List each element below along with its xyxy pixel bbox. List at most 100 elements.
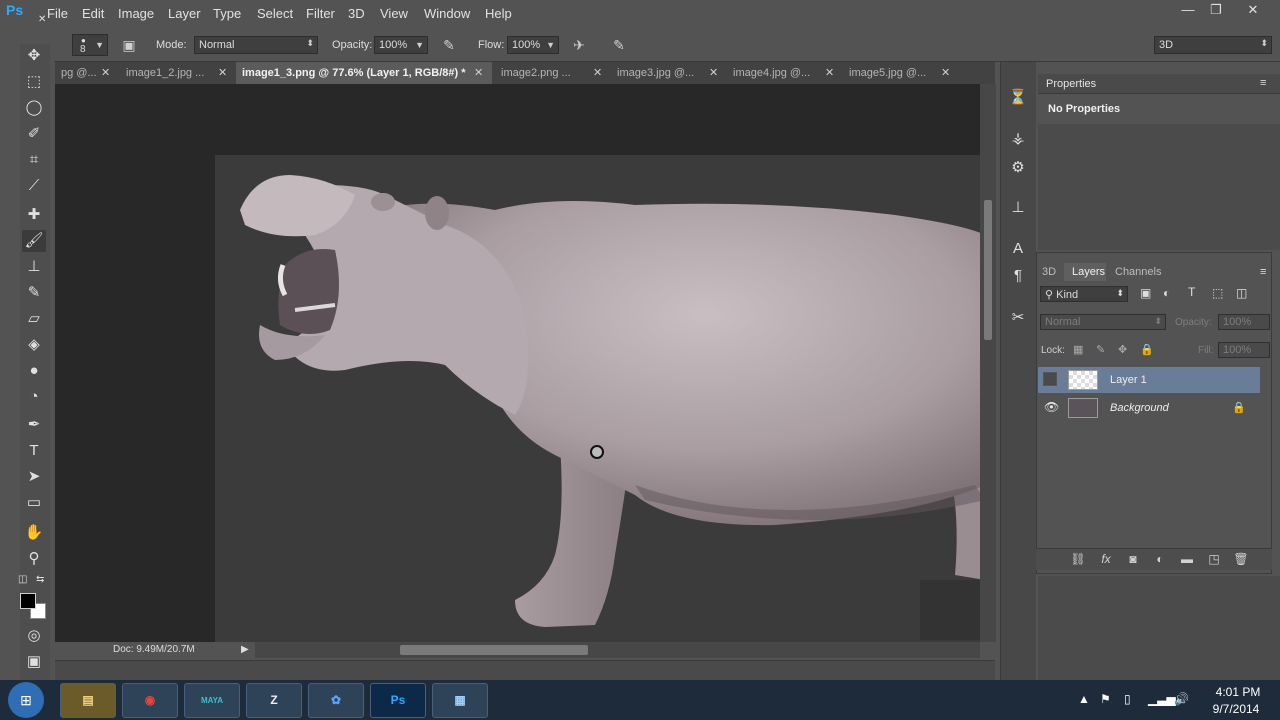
document-canvas[interactable] xyxy=(215,155,980,642)
network-icon[interactable]: ▁▃▅ xyxy=(1148,692,1176,706)
close-icon[interactable]: ✕ xyxy=(218,66,227,79)
adjustment-filter-icon[interactable]: ◐ xyxy=(1163,286,1170,300)
adjustment-layer-icon[interactable]: ◐ xyxy=(1152,551,1168,567)
trash-icon[interactable]: 🗑 xyxy=(1233,551,1249,567)
adjustments-icon[interactable]: ⚙ xyxy=(1006,156,1030,180)
pixel-filter-icon[interactable]: ▣ xyxy=(1140,286,1151,300)
fill-input[interactable]: 100% xyxy=(1218,342,1270,358)
shape-filter-icon[interactable]: ⬚ xyxy=(1212,286,1223,300)
layer-filter-select[interactable]: ⚲ Kind ⬍ xyxy=(1040,286,1128,302)
layer-name[interactable]: Layer 1 xyxy=(1110,374,1147,386)
menu-edit[interactable]: Edit xyxy=(82,6,104,21)
airbrush-icon[interactable]: ✈ xyxy=(570,36,588,54)
tab-image2[interactable]: image2.png ... ✕ xyxy=(495,62,609,84)
flow-input[interactable]: 100% ▼ xyxy=(507,36,559,54)
type-filter-icon[interactable]: T xyxy=(1188,285,1195,299)
volume-icon[interactable]: 🔊 xyxy=(1174,692,1189,706)
canvas-area[interactable] xyxy=(55,84,980,642)
layer-style-icon[interactable]: fx xyxy=(1098,551,1114,567)
lock-position-icon[interactable]: ✥ xyxy=(1118,343,1127,356)
layer-row-background[interactable]: 👁 Background 🔒 xyxy=(1038,395,1260,421)
lock-transparent-icon[interactable]: ▦ xyxy=(1073,343,1083,356)
action-center-icon[interactable]: ⚑ xyxy=(1100,692,1111,706)
horizontal-scrollbar[interactable] xyxy=(255,642,980,658)
character-icon[interactable]: A xyxy=(1006,237,1030,261)
taskbar-flower-app[interactable]: ✿ xyxy=(308,683,364,718)
pressure-opacity-icon[interactable]: ✎ xyxy=(440,36,458,54)
eye-icon[interactable]: 👁 xyxy=(1044,400,1059,414)
menu-select[interactable]: Select xyxy=(257,6,293,21)
lock-all-icon[interactable]: 🔒 xyxy=(1140,343,1154,356)
tab-layers[interactable]: Layers xyxy=(1072,266,1105,278)
minimize-button[interactable]: — xyxy=(1177,2,1199,20)
panel-menu-icon[interactable]: ≡ xyxy=(1260,77,1266,89)
brush-tool-icon[interactable]: 🖌 xyxy=(22,230,46,252)
brush-preset-picker[interactable]: ● 8 ▼ xyxy=(72,34,108,56)
workspace-select[interactable]: 3D ⬍ xyxy=(1154,36,1272,54)
tool-presets-icon[interactable]: ✂ xyxy=(1006,306,1030,330)
paint-bucket-tool-icon[interactable]: ◈ xyxy=(22,334,46,356)
power-icon[interactable]: ▯ xyxy=(1124,692,1131,706)
brush-panel-icon[interactable]: ▣ xyxy=(120,36,138,54)
smart-object-filter-icon[interactable]: ◫ xyxy=(1236,286,1247,300)
menu-view[interactable]: View xyxy=(380,6,408,21)
tab-image4[interactable]: image4.jpg @... ✕ xyxy=(727,62,841,84)
foreground-color-swatch[interactable] xyxy=(20,593,36,609)
blur-tool-icon[interactable]: ● xyxy=(22,360,46,382)
tab-image3[interactable]: image3.jpg @... ✕ xyxy=(611,62,725,84)
screen-mode-icon[interactable]: ▣ xyxy=(22,651,46,673)
default-colors-icon[interactable]: ◫ xyxy=(18,574,27,585)
lasso-tool-icon[interactable]: ◯ xyxy=(22,97,46,119)
close-icon[interactable]: ✕ xyxy=(941,66,950,79)
visibility-toggle[interactable] xyxy=(1043,372,1057,386)
vertical-scroll-thumb[interactable] xyxy=(984,200,992,340)
healing-brush-tool-icon[interactable]: ✚ xyxy=(22,204,46,226)
clone-source-icon[interactable]: ⊥ xyxy=(1006,196,1030,220)
menu-image[interactable]: Image xyxy=(118,6,154,21)
close-icon[interactable]: ✕ xyxy=(825,66,834,79)
clock-date[interactable]: 9/7/2014 xyxy=(1204,702,1268,716)
eraser-tool-icon[interactable]: ▱ xyxy=(22,308,46,330)
close-icon[interactable]: ✕ xyxy=(474,66,483,79)
new-layer-icon[interactable]: ◳ xyxy=(1206,551,1222,567)
play-icon[interactable]: ▶ xyxy=(241,644,249,655)
layer-row-layer1[interactable]: Layer 1 xyxy=(1038,367,1260,393)
taskbar-zbrush[interactable]: Z xyxy=(246,683,302,718)
move-tool-icon[interactable]: ✥ xyxy=(22,45,46,67)
show-hidden-icons-icon[interactable]: ▲ xyxy=(1078,692,1090,706)
taskbar-chrome[interactable]: ◉ xyxy=(122,683,178,718)
marquee-tool-icon[interactable]: ⬚ xyxy=(22,71,46,93)
close-icon[interactable]: ✕ xyxy=(38,14,46,25)
menu-layer[interactable]: Layer xyxy=(168,6,201,21)
menu-type[interactable]: Type xyxy=(213,6,241,21)
hand-tool-icon[interactable]: ✋ xyxy=(22,522,46,544)
swap-colors-icon[interactable]: ⇆ xyxy=(36,574,44,585)
crop-tool-icon[interactable]: ⌗ xyxy=(22,149,46,171)
opacity-input[interactable]: 100% ▼ xyxy=(374,36,428,54)
tab-image1[interactable]: pg @... ✕ xyxy=(55,62,115,84)
taskbar-photoshop[interactable]: Ps xyxy=(370,683,426,718)
close-button[interactable]: ✕ xyxy=(1242,2,1264,20)
close-icon[interactable]: ✕ xyxy=(101,66,110,79)
horizontal-scroll-thumb[interactable] xyxy=(400,645,588,655)
history-brush-tool-icon[interactable]: ✎ xyxy=(22,282,46,304)
layer-name[interactable]: Background xyxy=(1110,402,1169,414)
mode-select[interactable]: Normal ⬍ xyxy=(194,36,318,54)
dodge-tool-icon[interactable]: ◔ xyxy=(22,386,46,408)
pressure-size-icon[interactable]: ✎ xyxy=(610,36,628,54)
path-select-tool-icon[interactable]: ➤ xyxy=(22,466,46,488)
clone-stamp-tool-icon[interactable]: ⊥ xyxy=(22,256,46,278)
layer-opacity-input[interactable]: 100% xyxy=(1218,314,1270,330)
new-group-icon[interactable]: ▬ xyxy=(1179,551,1195,567)
taskbar-maya[interactable]: MAYA xyxy=(184,683,240,718)
quick-select-tool-icon[interactable]: ✐ xyxy=(22,123,46,145)
brush-presets-icon[interactable]: ⚶ xyxy=(1006,127,1030,151)
close-icon[interactable]: ✕ xyxy=(709,66,718,79)
tab-image1-3[interactable]: image1_3.png @ 77.6% (Layer 1, RGB/8#) *… xyxy=(236,62,492,84)
restore-button[interactable]: ❐ xyxy=(1205,2,1227,20)
vertical-scrollbar[interactable] xyxy=(980,84,996,642)
menu-help[interactable]: Help xyxy=(485,6,512,21)
menu-window[interactable]: Window xyxy=(424,6,470,21)
type-tool-icon[interactable]: T xyxy=(22,440,46,462)
taskbar-explorer[interactable]: ▤ xyxy=(60,683,116,718)
